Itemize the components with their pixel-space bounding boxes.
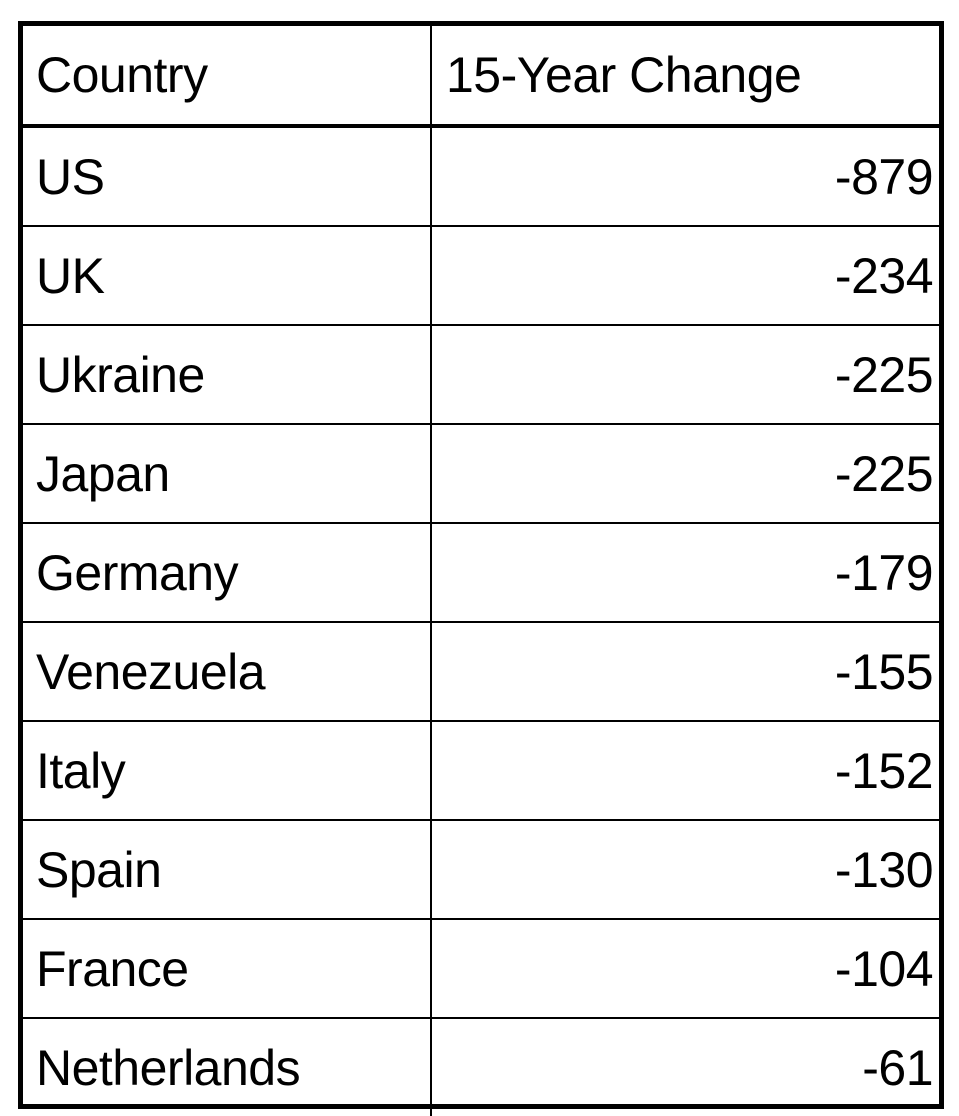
header-row: Country 15-Year Change <box>23 26 939 128</box>
change-cell: -234 <box>430 225 939 326</box>
table-row: Ukraine -225 <box>23 324 939 425</box>
data-table-container: Country 15-Year Change US -879 UK -234 U… <box>18 21 944 1116</box>
country-cell: France <box>23 918 432 1019</box>
change-cell: -130 <box>430 819 939 920</box>
country-change-table: Country 15-Year Change US -879 UK -234 U… <box>23 26 939 1116</box>
table-row: US -879 <box>23 125 939 227</box>
change-cell: -61 <box>430 1017 939 1116</box>
table-row: Germany -179 <box>23 522 939 623</box>
country-cell: Ukraine <box>23 324 432 425</box>
country-cell: Italy <box>23 720 432 821</box>
country-cell: Spain <box>23 819 432 920</box>
change-cell: -104 <box>430 918 939 1019</box>
table-row: Netherlands -61 <box>23 1017 939 1116</box>
country-cell: Venezuela <box>23 621 432 722</box>
table-row: Spain -130 <box>23 819 939 920</box>
country-cell: US <box>23 125 432 227</box>
change-cell: -155 <box>430 621 939 722</box>
table-row: France -104 <box>23 918 939 1019</box>
country-cell: Germany <box>23 522 432 623</box>
change-cell: -879 <box>430 125 939 227</box>
country-cell: Japan <box>23 423 432 524</box>
header-country: Country <box>23 26 432 128</box>
header-15-year-change: 15-Year Change <box>430 26 939 128</box>
change-cell: -225 <box>430 324 939 425</box>
table-row: Italy -152 <box>23 720 939 821</box>
table-row: Japan -225 <box>23 423 939 524</box>
change-cell: -179 <box>430 522 939 623</box>
change-cell: -225 <box>430 423 939 524</box>
change-cell: -152 <box>430 720 939 821</box>
country-cell: UK <box>23 225 432 326</box>
country-cell: Netherlands <box>23 1017 432 1116</box>
table-row: UK -234 <box>23 225 939 326</box>
table-row: Venezuela -155 <box>23 621 939 722</box>
